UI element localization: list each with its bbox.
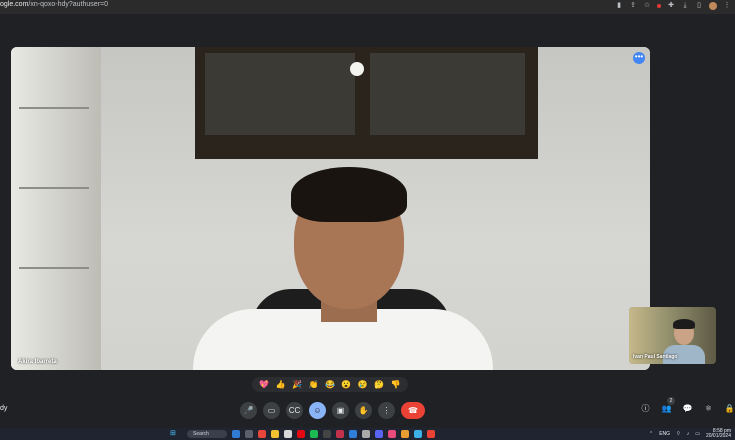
reaction-laugh[interactable]: 😂 [325, 380, 335, 390]
extensions-icon[interactable]: ✚ [667, 2, 675, 10]
leave-call-button[interactable]: ☎ [401, 402, 425, 419]
call-controls: 🎤 ▭ CC ☺ ▣ ✋ ⋮ ☎ [240, 402, 425, 419]
clock[interactable]: 8:58 pm 20/01/2024 [706, 429, 731, 439]
camera-button[interactable]: ▭ [263, 402, 280, 419]
taskbar-search[interactable]: Search [187, 430, 227, 438]
browser-menu-icon[interactable]: ⋮ [723, 2, 731, 10]
video-cabinet [11, 47, 101, 370]
raise-hand-button[interactable]: ✋ [355, 402, 372, 419]
self-name-label: Ivan Paul Santiago [633, 354, 678, 360]
app-icon[interactable] [388, 430, 396, 438]
self-person-hair [673, 319, 695, 329]
tile-more-options-icon[interactable]: ••• [633, 52, 645, 64]
chat-icon[interactable]: 💬 [682, 403, 693, 414]
netflix-icon[interactable] [297, 430, 305, 438]
camera-icon: ▭ [267, 406, 276, 415]
camera-indicator-icon[interactable]: ▮ [615, 2, 623, 10]
spotify-icon[interactable] [310, 430, 318, 438]
app-icon[interactable] [284, 430, 292, 438]
self-video-tile[interactable]: Ivan Paul Santiago [629, 307, 716, 364]
tray-up-icon[interactable]: ⌃ [649, 431, 653, 437]
bookmark-star-icon[interactable]: ☆ [643, 2, 651, 10]
captions-button[interactable]: CC [286, 402, 303, 419]
app-icon[interactable] [362, 430, 370, 438]
app-icon[interactable] [401, 430, 409, 438]
chrome-icon[interactable] [427, 430, 435, 438]
app-icon[interactable] [323, 430, 331, 438]
present-button[interactable]: ▣ [332, 402, 349, 419]
present-icon: ▣ [336, 406, 345, 415]
emoji-button[interactable]: ☺ [309, 402, 326, 419]
reaction-heart[interactable]: 💖 [259, 380, 269, 390]
more-vert-icon: ⋮ [382, 406, 391, 415]
language-indicator[interactable]: ENG [659, 431, 670, 437]
video-window [195, 47, 538, 159]
right-controls: ⓘ 👥 💬 ⚛ 🔒 [640, 403, 735, 414]
microphone-icon: 🎤 [243, 406, 254, 415]
windows-taskbar: ⊞ Search ⌃ ENG ⌔ ♪ ▭ 8:58 pm 20/01/2024 [0, 428, 735, 440]
reaction-thumbs-up[interactable]: 👍 [276, 380, 286, 390]
reaction-sad[interactable]: 😢 [358, 380, 368, 390]
host-controls-icon[interactable]: 🔒 [724, 403, 735, 414]
battery-icon[interactable]: ▭ [695, 431, 700, 437]
raise-hand-icon: ✋ [358, 406, 369, 415]
recording-dot-icon [657, 4, 661, 8]
app-icon[interactable] [245, 430, 253, 438]
discord-icon[interactable] [375, 430, 383, 438]
main-video-tile[interactable]: ••• Akira Ibarreta [11, 47, 650, 370]
taskbar-apps [232, 430, 435, 438]
people-icon[interactable]: 👥 [661, 403, 672, 414]
url-host: ogle.com [0, 1, 29, 8]
profile-avatar[interactable] [709, 2, 717, 10]
reaction-thumbs-down[interactable]: 👎 [391, 380, 401, 390]
volume-icon[interactable]: ♪ [687, 431, 690, 437]
wifi-icon[interactable]: ⌔ [676, 431, 681, 437]
browser-toolbar: ogle.com/xn-qoxo-hdy?authuser=0 ▮ ⇪ ☆ ✚ … [0, 0, 735, 14]
reaction-thinking[interactable]: 🤔 [374, 380, 384, 390]
emoji-icon: ☺ [313, 406, 322, 415]
reaction-clap[interactable]: 👏 [309, 380, 319, 390]
hang-up-icon: ☎ [408, 406, 418, 415]
captions-icon: CC [288, 406, 301, 415]
activities-icon[interactable]: ⚛ [703, 403, 714, 414]
share-icon[interactable]: ⇪ [629, 2, 637, 10]
reaction-surprised[interactable]: 😮 [341, 380, 351, 390]
participant-name-label: Akira Ibarreta [18, 359, 57, 365]
reaction-party[interactable]: 🎉 [292, 380, 302, 390]
system-tray: ⌃ ENG ⌔ ♪ ▭ 8:58 pm 20/01/2024 [649, 429, 731, 439]
app-icon[interactable] [232, 430, 240, 438]
browser-icons: ▮ ⇪ ☆ ✚ ⤓ ▯ ⋮ [615, 2, 731, 10]
vscode-icon[interactable] [349, 430, 357, 438]
more-options-button[interactable]: ⋮ [378, 402, 395, 419]
download-icon[interactable]: ⤓ [681, 2, 689, 10]
sidebar-icon[interactable]: ▯ [695, 2, 703, 10]
app-icon[interactable] [414, 430, 422, 438]
app-icon[interactable] [336, 430, 344, 438]
meeting-code: dy [0, 405, 8, 412]
clock-date: 20/01/2024 [705, 433, 731, 439]
address-bar[interactable]: ogle.com/xn-qoxo-hdy?authuser=0 [0, 1, 108, 8]
reactions-bar: 💖 👍 🎉 👏 😂 😮 😢 🤔 👎 [252, 377, 408, 392]
windows-start-icon[interactable]: ⊞ [170, 430, 178, 438]
info-icon[interactable]: ⓘ [640, 403, 651, 414]
microphone-button[interactable]: 🎤 [240, 402, 257, 419]
video-person-hair [291, 167, 407, 222]
file-explorer-icon[interactable] [271, 430, 279, 438]
chrome-icon[interactable] [258, 430, 266, 438]
url-path: /xn-qoxo-hdy?authuser=0 [28, 1, 108, 8]
